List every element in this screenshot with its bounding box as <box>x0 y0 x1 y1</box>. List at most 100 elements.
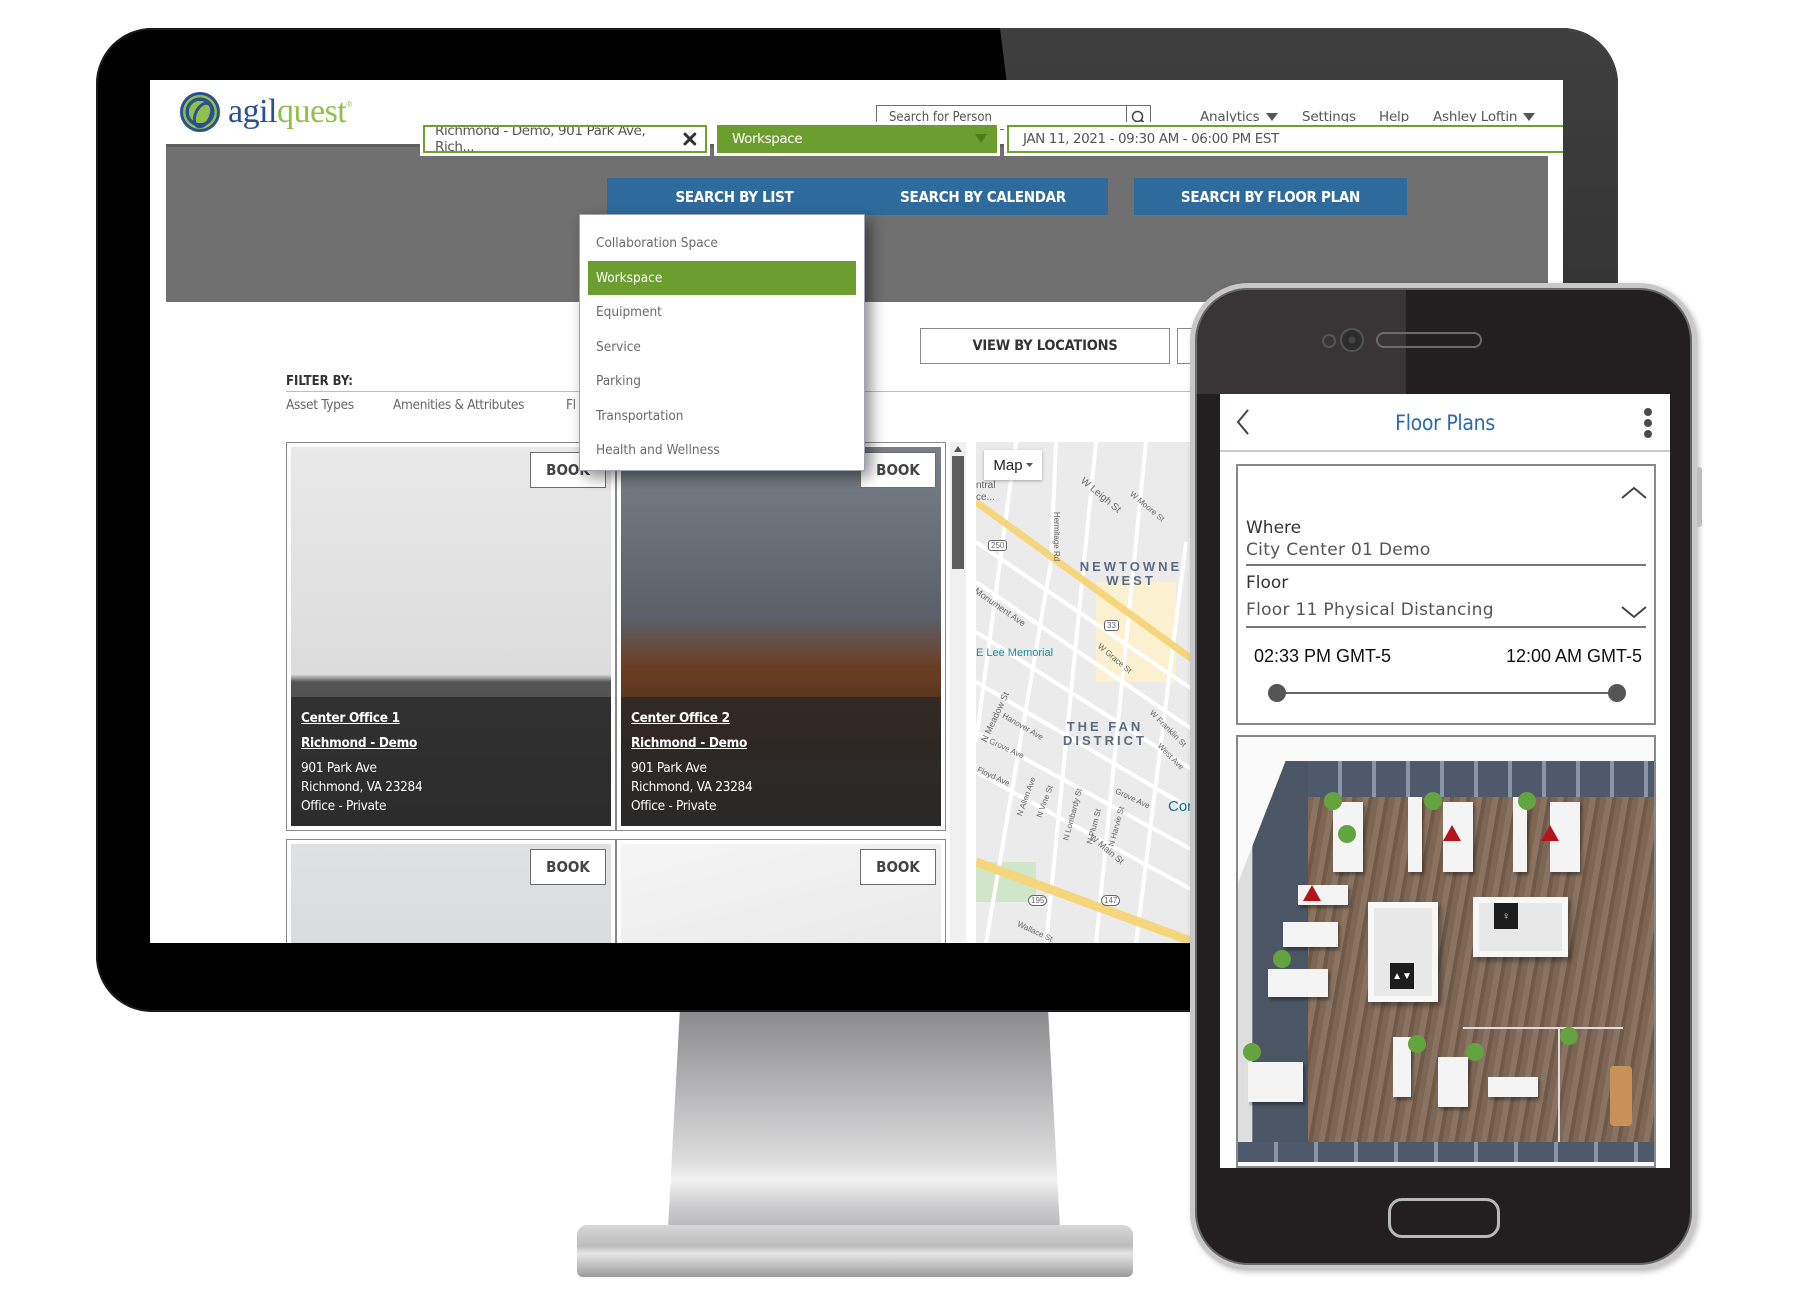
search-by-calendar-button[interactable]: SEARCH BY CALENDAR <box>858 178 1108 215</box>
office-photo: BOOK Center Office 1 Richmond - Demo 901… <box>291 447 611 826</box>
unavailable-space-marker[interactable] <box>1303 885 1321 901</box>
caret-down-icon <box>1523 113 1536 121</box>
scrollbar-thumb[interactable] <box>952 456 964 569</box>
filter-tab-amenities[interactable]: Amenities & Attributes <box>393 397 524 413</box>
floor-plan-desk <box>1248 1062 1303 1102</box>
card-title-link[interactable]: Center Office 2 <box>631 709 931 728</box>
logo-registered-mark: ® <box>346 100 353 109</box>
clear-location-icon[interactable] <box>683 132 697 146</box>
elevator-sign-icon: ▲▼ <box>1390 963 1414 989</box>
results-scrollbar[interactable] <box>950 442 966 942</box>
available-space-marker[interactable] <box>1560 1027 1578 1045</box>
dropdown-arrow-icon <box>975 134 987 143</box>
monitor-stand-base <box>577 1225 1133 1277</box>
available-space-marker[interactable] <box>1424 792 1442 810</box>
floor-underline <box>1246 626 1646 628</box>
time-range-start-handle[interactable] <box>1268 684 1286 702</box>
floor-plan-window-wall <box>1238 1142 1654 1162</box>
card-location-link[interactable]: Richmond - Demo <box>301 734 601 753</box>
asset-type-select[interactable]: Workspace <box>714 122 1000 156</box>
where-value[interactable]: City Center 01 Demo <box>1246 540 1431 560</box>
date-time-field[interactable]: JAN 11, 2021 - 09:30 AM - 06:00 PM EST <box>1004 122 1563 156</box>
available-space-marker[interactable] <box>1518 792 1536 810</box>
highway-shield: 147 <box>1101 895 1121 906</box>
floor-plan-desk <box>1268 969 1328 997</box>
available-space-marker[interactable] <box>1338 825 1356 843</box>
unavailable-space-marker[interactable] <box>1443 825 1461 841</box>
book-button[interactable]: BOOK <box>860 452 936 488</box>
asset-type-value: Workspace <box>732 131 803 147</box>
map-poi-label[interactable]: E Lee Memorial <box>976 647 1053 659</box>
card-address: 901 Park Ave <box>631 760 707 776</box>
map-label: ce... <box>976 492 995 503</box>
floor-plan-restroom <box>1473 897 1568 957</box>
map-type-button[interactable]: Map <box>984 450 1042 480</box>
asset-type-dropdown: Collaboration Space Workspace Equipment … <box>579 214 865 471</box>
filter-tab-floor[interactable]: Fl <box>566 397 576 413</box>
available-space-marker[interactable] <box>1273 950 1291 968</box>
card-type: Office - Private <box>631 798 717 814</box>
card-location-link[interactable]: Richmond - Demo <box>631 734 931 753</box>
map-type-label: Map <box>993 456 1023 474</box>
search-by-list-button[interactable]: SEARCH BY LIST <box>607 178 862 215</box>
floor-plan-window-wall <box>1308 761 1654 797</box>
location-field[interactable]: Richmond - Demo, 901 Park Ave, Rich... <box>420 122 710 156</box>
time-range-track[interactable] <box>1278 692 1616 694</box>
monitor-stand <box>668 1012 1060 1228</box>
floor-select-value[interactable]: Floor 11 Physical Distancing <box>1246 600 1494 620</box>
phone-side-button <box>1697 467 1702 527</box>
filter-tab-asset-types[interactable]: Asset Types <box>286 397 354 413</box>
chevron-up-icon[interactable] <box>1620 484 1648 502</box>
card-details: Center Office 1 Richmond - Demo 901 Park… <box>291 697 611 826</box>
available-space-marker[interactable] <box>1408 1035 1426 1053</box>
book-button[interactable]: BOOK <box>860 849 936 885</box>
result-card[interactable]: BOOK Center Office 2 Richmond - Demo 901… <box>616 442 946 831</box>
floor-filter-panel: Where City Center 01 Demo Floor Floor 11… <box>1236 464 1656 725</box>
result-card[interactable]: BOOK <box>286 839 616 943</box>
time-range-end: 12:00 AM GMT-5 <box>1505 646 1642 666</box>
filter-by-label: FILTER BY: <box>286 374 353 389</box>
highway-shield: 33 <box>1104 620 1119 631</box>
restroom-sign-icon: ♀ <box>1494 903 1518 929</box>
logo-text-agil: agil <box>228 93 277 130</box>
search-by-floor-plan-button[interactable]: SEARCH BY FLOOR PLAN <box>1134 178 1407 215</box>
location-map[interactable]: Map ntral ce... W Leigh St W Moore St He… <box>976 442 1196 943</box>
available-space-marker[interactable] <box>1324 792 1342 810</box>
time-range-end-handle[interactable] <box>1608 684 1626 702</box>
more-options-icon[interactable] <box>1642 408 1654 438</box>
card-details: Center Office 2 Richmond - Demo 901 Park… <box>621 697 941 826</box>
scroll-up-arrow-icon[interactable] <box>950 442 966 456</box>
result-card[interactable]: BOOK <box>616 839 946 943</box>
result-card[interactable]: BOOK Center Office 1 Richmond - Demo 901… <box>286 442 616 831</box>
office-photo: BOOK <box>291 844 611 943</box>
chevron-down-icon[interactable] <box>1620 604 1648 620</box>
dropdown-option-collaboration-space[interactable]: Collaboration Space <box>580 226 864 261</box>
location-value: Richmond - Demo, 901 Park Ave, Rich... <box>435 123 646 155</box>
floor-plan-view[interactable]: ▲▼ ♀ <box>1236 735 1656 1168</box>
card-title-link[interactable]: Center Office 1 <box>301 709 601 728</box>
agilquest-logo[interactable]: agil quest ® <box>180 92 352 132</box>
floor-plan-conference-table <box>1610 1066 1632 1126</box>
card-city: Richmond, VA 23284 <box>631 779 753 795</box>
floor-plan-desk <box>1283 922 1338 947</box>
dropdown-option-transportation[interactable]: Transportation <box>580 399 864 434</box>
available-space-marker[interactable] <box>1243 1043 1261 1061</box>
book-button[interactable]: BOOK <box>530 849 606 885</box>
map-district-label: NEWTOWNE WEST <box>1079 559 1183 588</box>
view-by-locations-button[interactable]: VIEW BY LOCATIONS <box>920 328 1170 364</box>
phone-home-button[interactable] <box>1388 1198 1500 1238</box>
dropdown-option-parking[interactable]: Parking <box>580 364 864 399</box>
floor-label: Floor <box>1246 573 1289 593</box>
dropdown-option-equipment[interactable]: Equipment <box>580 295 864 330</box>
available-space-marker[interactable] <box>1466 1043 1484 1061</box>
floor-plan-partition <box>1408 797 1422 872</box>
where-underline <box>1246 564 1646 566</box>
dropdown-option-workspace[interactable]: Workspace <box>588 260 856 295</box>
dropdown-option-health-and-wellness[interactable]: Health and Wellness <box>580 433 864 468</box>
dropdown-option-service[interactable]: Service <box>580 330 864 365</box>
time-range-start: 02:33 PM GMT-5 <box>1254 646 1392 666</box>
office-photo: BOOK Center Office 2 Richmond - Demo 901… <box>621 447 941 826</box>
logo-text-quest: quest <box>276 93 347 130</box>
unavailable-space-marker[interactable] <box>1541 825 1559 841</box>
mobile-screen: Floor Plans Where City Center 01 Demo Fl… <box>1220 394 1670 1168</box>
